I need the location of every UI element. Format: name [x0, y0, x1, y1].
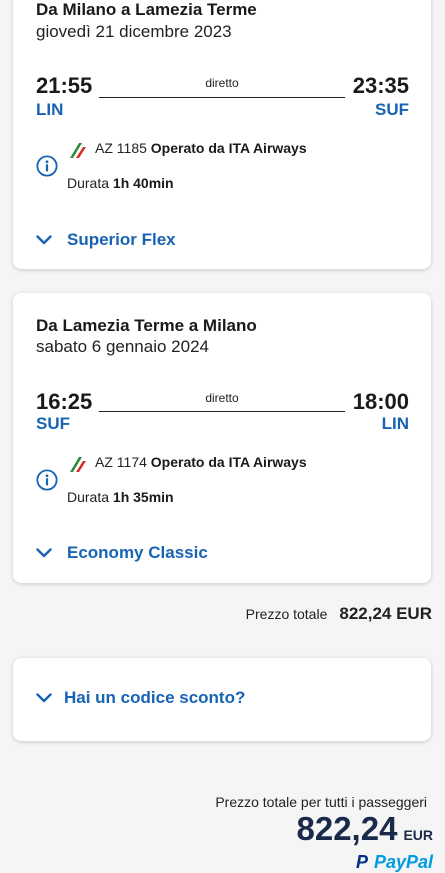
duration: Durata 1h 35min — [67, 489, 174, 505]
grand-total-label: Prezzo totale per tutti i passeggeri — [215, 794, 427, 810]
ita-airways-logo-icon — [70, 143, 86, 158]
arrival-airport-code: LIN — [381, 414, 409, 433]
route-line — [99, 97, 345, 98]
outbound-flight-card: Da Milano a Lamezia Terme giovedì 21 dic… — [13, 0, 431, 269]
info-circle-icon[interactable] — [36, 155, 58, 177]
fare-name: Economy Classic — [67, 543, 208, 562]
total-price-row: Prezzo totale 822,24 EUR — [246, 604, 432, 624]
duration-label: Durata — [67, 175, 110, 191]
stops-label: diretto — [205, 76, 239, 90]
paypal-button[interactable]: P PayPal — [356, 852, 433, 873]
flight-number: AZ 1185 — [95, 140, 147, 156]
chevron-down-icon — [36, 548, 52, 558]
departure-time: 16:25 — [36, 389, 93, 414]
departure-airport-code: LIN — [36, 100, 64, 119]
duration: Durata 1h 40min — [67, 175, 174, 191]
total-price-value: 822,24 EUR — [339, 604, 432, 623]
fare-name: Superior Flex — [67, 230, 176, 249]
stops-label: diretto — [205, 391, 239, 405]
chevron-down-icon — [36, 693, 52, 703]
inbound-flight-card: Da Lamezia Terme a Milano sabato 6 genna… — [13, 293, 431, 583]
discount-code-toggle[interactable]: Hai un codice sconto? — [36, 688, 245, 708]
discount-card: Hai un codice sconto? — [13, 658, 431, 741]
duration-value: 1h 40min — [112, 175, 174, 191]
paypal-logo-icon: P — [355, 852, 368, 872]
paypal-brand: PayPal — [373, 852, 433, 872]
route-title: Da Milano a Lamezia Terme — [36, 0, 257, 19]
route-title: Da Lamezia Terme a Milano — [36, 316, 257, 335]
arrival-time: 23:35 — [352, 73, 409, 98]
departure-time: 21:55 — [36, 73, 93, 98]
operator: Operato da ITA Airways — [150, 140, 307, 156]
flight-info: AZ 1185 Operato da ITA Airways — [95, 140, 307, 156]
duration-value: 1h 35min — [112, 489, 174, 505]
departure-airport-code: SUF — [36, 414, 70, 433]
arrival-time: 18:00 — [352, 389, 409, 414]
flight-info: AZ 1174 Operato da ITA Airways — [95, 454, 307, 470]
fare-toggle[interactable]: Economy Classic — [36, 543, 208, 563]
arrival-airport-code: SUF — [375, 100, 409, 119]
ita-airways-logo-icon — [70, 457, 86, 472]
total-price-label: Prezzo totale — [245, 606, 328, 622]
flight-date: sabato 6 gennaio 2024 — [36, 337, 209, 356]
route-line — [99, 411, 345, 412]
flight-number: AZ 1174 — [95, 454, 147, 470]
chevron-down-icon — [36, 235, 52, 245]
discount-code-label: Hai un codice sconto? — [64, 688, 246, 707]
operator: Operato da ITA Airways — [150, 454, 307, 470]
grand-total: 822,24 EUR — [297, 810, 434, 848]
grand-total-currency: EUR — [403, 827, 433, 843]
grand-total-amount: 822,24 — [296, 810, 398, 847]
duration-label: Durata — [67, 489, 110, 505]
fare-toggle[interactable]: Superior Flex — [36, 230, 176, 250]
info-circle-icon[interactable] — [36, 469, 58, 491]
flight-date: giovedì 21 dicembre 2023 — [36, 22, 232, 41]
